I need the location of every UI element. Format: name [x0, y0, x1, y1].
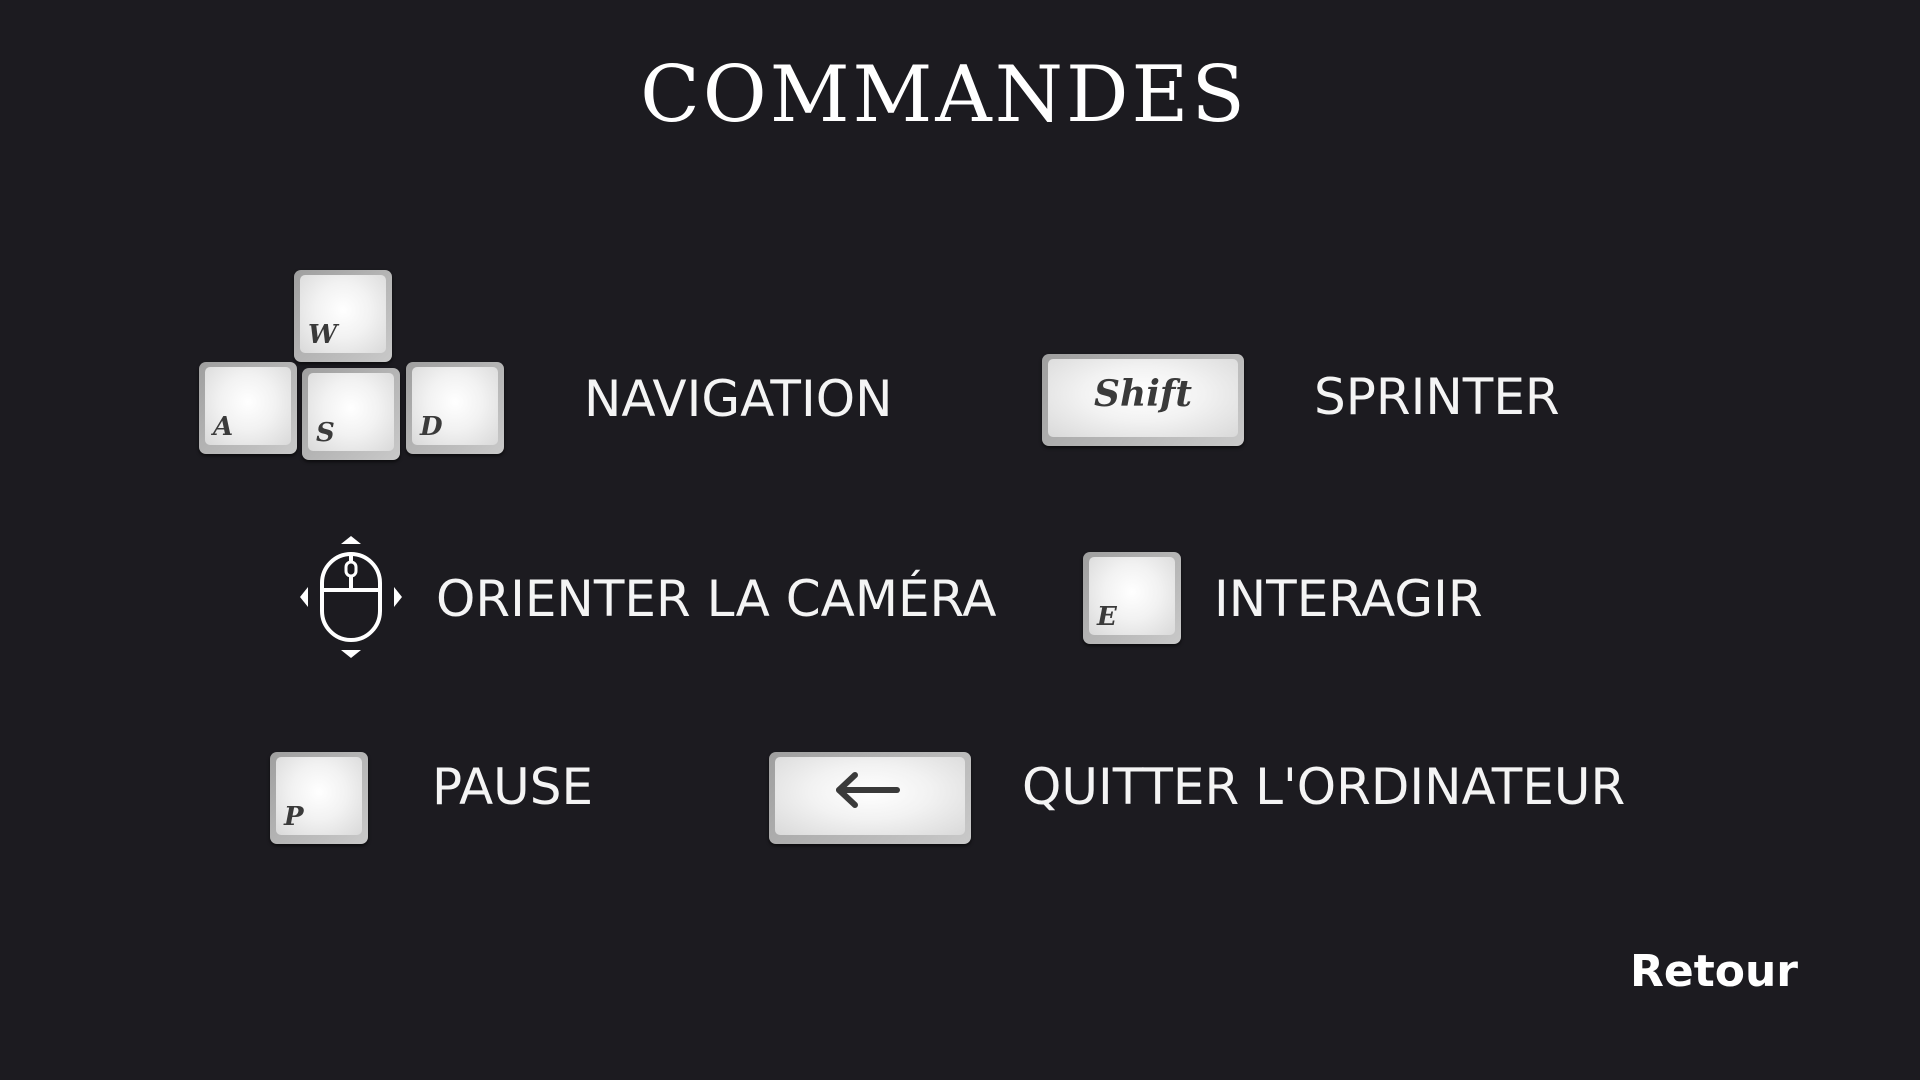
key-p-label: P	[284, 802, 304, 832]
key-shift-label: Shift	[1094, 373, 1192, 415]
controls-screen: COMMANDES W A S D NAVIGATION Shift SPRIN…	[0, 0, 1920, 1080]
sprint-label: SPRINTER	[1314, 368, 1560, 426]
key-w: W	[294, 270, 392, 362]
key-s: S	[302, 368, 400, 460]
back-button[interactable]: Retour	[1630, 950, 1798, 994]
mouse-move-icon	[300, 536, 402, 658]
key-d: D	[406, 362, 504, 454]
navigation-label: NAVIGATION	[584, 370, 893, 428]
key-w-label: W	[308, 320, 338, 350]
pause-label: PAUSE	[432, 758, 594, 816]
quit-label: QUITTER L'ORDINATEUR	[1022, 758, 1626, 816]
key-backspace	[769, 752, 971, 844]
key-d-label: D	[420, 412, 443, 442]
key-a: A	[199, 362, 297, 454]
key-s-label: S	[316, 418, 335, 448]
key-p: P	[270, 752, 368, 844]
key-a-label: A	[213, 412, 234, 442]
key-e-label: E	[1097, 602, 1117, 632]
backspace-arrow-icon	[836, 772, 900, 808]
interact-label: INTERAGIR	[1214, 570, 1483, 628]
key-e: E	[1083, 552, 1181, 644]
page-title: COMMANDES	[640, 50, 1248, 140]
camera-label: ORIENTER LA CAMÉRA	[436, 570, 997, 628]
key-shift: Shift	[1042, 354, 1244, 446]
